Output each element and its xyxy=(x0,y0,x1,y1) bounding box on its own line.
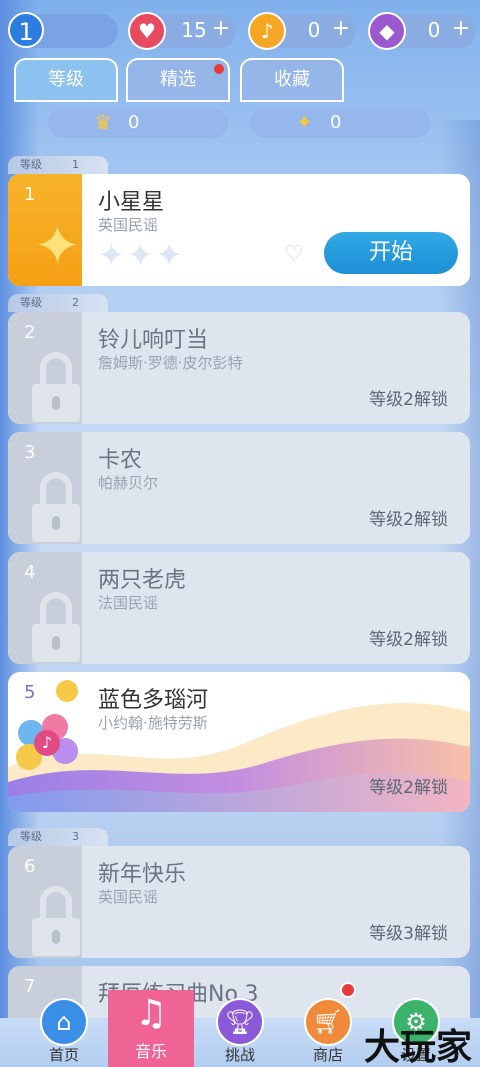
tab-featured[interactable]: 精选 xyxy=(126,58,230,102)
player-level: 1 xyxy=(8,12,44,48)
music-note-icon: ♪ xyxy=(34,730,60,756)
level-header-number: 1 xyxy=(72,158,79,171)
level-header-1: 等级 1 xyxy=(8,156,108,174)
crown-icon: ♛ xyxy=(94,110,112,134)
add-gems-button[interactable]: + xyxy=(452,16,470,41)
song-thumb xyxy=(8,846,82,958)
lock-icon xyxy=(40,592,72,626)
add-notes-button[interactable]: + xyxy=(332,16,350,41)
lock-icon xyxy=(40,352,72,386)
song-title: 蓝色多瑙河 xyxy=(98,688,209,713)
unlock-requirement: 等级2解锁 xyxy=(369,630,448,650)
song-artist: 帕赫贝尔 xyxy=(98,474,159,492)
lock-icon xyxy=(40,472,72,506)
lock-keyhole xyxy=(52,930,60,944)
home-icon: ⌂ xyxy=(40,998,88,1046)
tab-favorites[interactable]: 收藏 xyxy=(240,58,344,102)
level-header-number: 2 xyxy=(72,296,79,309)
lock-keyhole xyxy=(52,396,60,410)
trophy-icon: 🏆︎ xyxy=(216,998,264,1046)
nav-home[interactable]: ⌂ 首页 xyxy=(24,998,104,1067)
song-card-6[interactable]: 6 新年快乐 英国民谣 等级3解锁 xyxy=(8,846,470,958)
level-header-3: 等级 3 xyxy=(8,828,108,846)
tab-featured-label: 精选 xyxy=(160,69,196,90)
lock-keyhole xyxy=(52,516,60,530)
sparkle-icon: ✦ xyxy=(34,214,81,279)
song-title: 两只老虎 xyxy=(98,568,187,593)
lock-icon xyxy=(40,886,72,920)
top-bar: 1 ♥ 15 + ♪ 0 + ◆ 0 + xyxy=(0,8,480,54)
song-card-5[interactable]: ♪ 5 蓝色多瑙河 小约翰·施特劳斯 等级2解锁 xyxy=(8,672,470,812)
star-stat: ✦ 0 xyxy=(250,108,430,138)
gems-counter[interactable]: ◆ 0 + xyxy=(368,12,476,50)
unlock-requirement: 等级2解锁 xyxy=(369,510,448,530)
notification-dot xyxy=(214,64,224,74)
song-thumb xyxy=(8,552,82,664)
song-artist: 小约翰·施特劳斯 xyxy=(98,714,208,732)
song-index: 5 xyxy=(24,682,36,703)
gems-value: 0 xyxy=(427,18,441,42)
song-title: 小星星 xyxy=(98,190,165,215)
song-artist: 英国民谣 xyxy=(98,216,159,234)
song-card-4[interactable]: 4 两只老虎 法国民谣 等级2解锁 xyxy=(8,552,470,664)
song-title: 铃儿响叮当 xyxy=(98,328,209,353)
song-artist: 詹姆斯·罗德·皮尔彭特 xyxy=(98,354,243,372)
nav-shop[interactable]: 🛒︎ 商店 xyxy=(288,998,368,1067)
song-index: 2 xyxy=(24,322,36,343)
song-artist: 法国民谣 xyxy=(98,594,159,612)
nav-challenge-label: 挑战 xyxy=(224,1046,255,1064)
crown-stat: ♛ 0 xyxy=(48,108,228,138)
level-header-label: 等级 xyxy=(20,830,42,843)
flower-thumb: ♪ xyxy=(12,708,82,778)
music-note-icon: ♫ xyxy=(134,993,168,1034)
song-thumb: ✦ xyxy=(8,174,82,286)
song-index: 6 xyxy=(24,856,36,877)
rating-stars: ✦✦✦ xyxy=(98,236,185,274)
shop-notification-dot xyxy=(340,982,356,998)
level-header-2: 等级 2 xyxy=(8,294,108,312)
song-title: 卡农 xyxy=(98,448,143,473)
song-card-2[interactable]: 2 铃儿响叮当 詹姆斯·罗德·皮尔彭特 等级2解锁 xyxy=(8,312,470,424)
heart-icon: ♥ xyxy=(128,12,166,50)
add-hearts-button[interactable]: + xyxy=(212,16,230,41)
song-thumb xyxy=(8,432,82,544)
level-header-number: 3 xyxy=(72,830,79,843)
favorite-heart-icon[interactable]: ♡ xyxy=(284,242,304,267)
nav-shop-label: 商店 xyxy=(312,1046,343,1064)
crown-value: 0 xyxy=(128,112,140,133)
unlock-requirement: 等级3解锁 xyxy=(369,924,448,944)
nav-music-label: 音乐 xyxy=(134,1042,167,1061)
tab-level[interactable]: 等级 xyxy=(14,58,118,102)
star-value: 0 xyxy=(330,112,342,133)
song-artist: 英国民谣 xyxy=(98,888,159,906)
song-card-3[interactable]: 3 卡农 帕赫贝尔 等级2解锁 xyxy=(8,432,470,544)
song-title: 新年快乐 xyxy=(98,862,187,887)
unlock-requirement: 等级2解锁 xyxy=(369,778,448,798)
song-index: 1 xyxy=(24,184,36,205)
unlock-requirement: 等级2解锁 xyxy=(369,390,448,410)
song-index: 3 xyxy=(24,442,36,463)
level-header-label: 等级 xyxy=(20,158,42,171)
cart-icon: 🛒︎ xyxy=(304,998,352,1046)
hearts-counter[interactable]: ♥ 15 + xyxy=(128,12,236,50)
song-thumb xyxy=(8,312,82,424)
nav-challenge[interactable]: 🏆︎ 挑战 xyxy=(200,998,280,1067)
nav-music[interactable]: ♫ 音乐 xyxy=(108,990,194,1067)
nav-home-label: 首页 xyxy=(48,1046,79,1064)
lock-keyhole xyxy=(52,636,60,650)
star-icon: ✦ xyxy=(296,110,313,134)
diamond-icon: ◆ xyxy=(368,12,406,50)
bubble-decoration xyxy=(56,680,78,702)
level-header-label: 等级 xyxy=(20,296,42,309)
hearts-value: 15 xyxy=(181,18,207,42)
notes-counter[interactable]: ♪ 0 + xyxy=(248,12,356,50)
watermark: 大玩家 xyxy=(363,1027,472,1067)
notes-value: 0 xyxy=(307,18,321,42)
song-card-1[interactable]: ✦ 1 小星星 英国民谣 ✦✦✦ ♡ 开始 xyxy=(8,174,470,286)
music-note-icon: ♪ xyxy=(248,12,286,50)
start-button[interactable]: 开始 xyxy=(324,232,458,274)
song-index: 4 xyxy=(24,562,36,583)
